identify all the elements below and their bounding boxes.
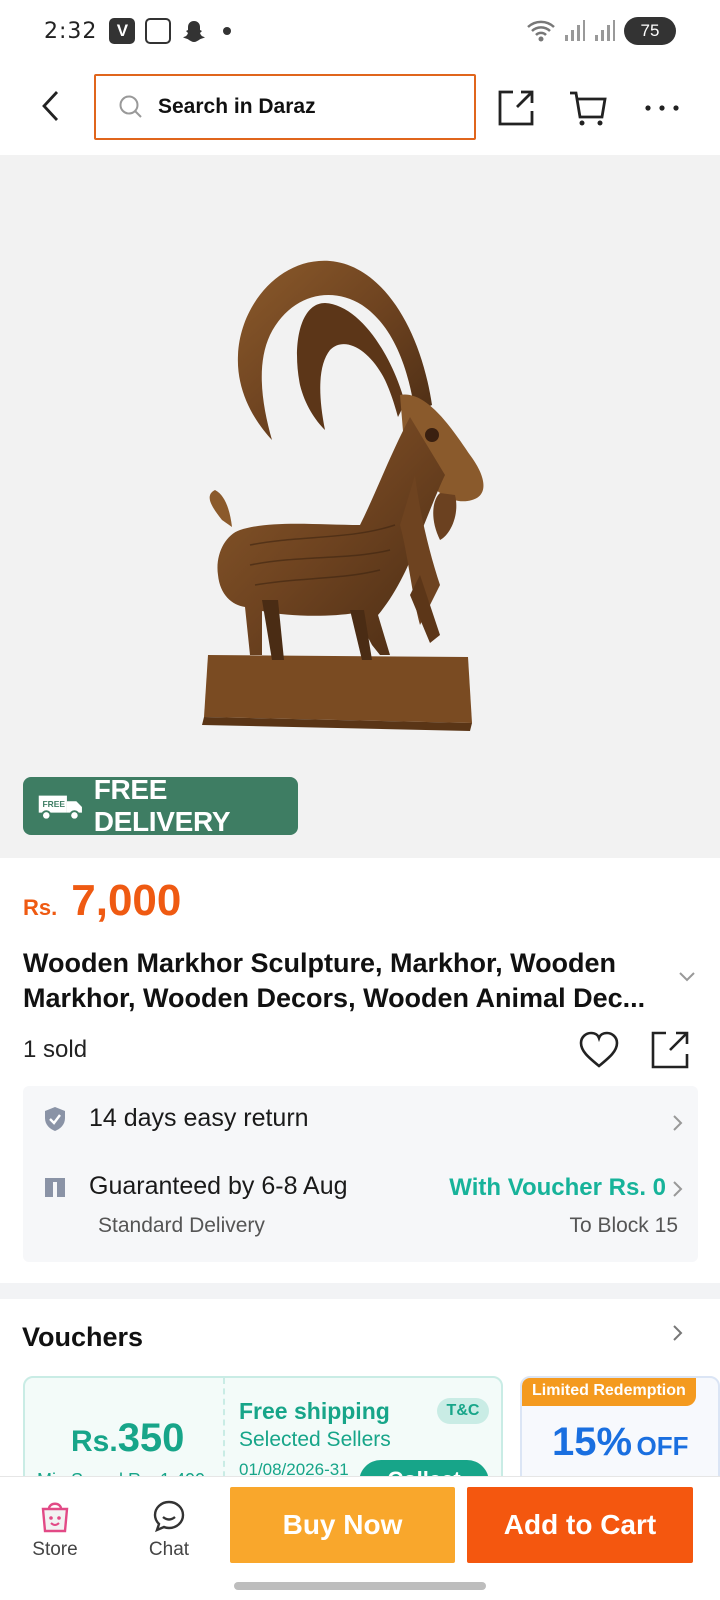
delivery-row[interactable]: Guaranteed by 6-8 Aug	[43, 1172, 348, 1201]
return-text: 14 days easy return	[89, 1104, 309, 1132]
search-icon	[119, 95, 142, 118]
cart-icon	[570, 91, 607, 126]
store-icon	[41, 1502, 69, 1533]
back-button[interactable]	[30, 84, 70, 128]
add-to-cart-button[interactable]: Add to Cart	[467, 1487, 693, 1563]
price-value: 7,000	[71, 876, 182, 925]
search-placeholder: Search in Daraz	[158, 95, 316, 118]
home-indicator[interactable]	[234, 1582, 486, 1590]
share-icon	[651, 1031, 689, 1069]
package-icon	[45, 1177, 65, 1197]
voucher-discount: 15% OFF	[552, 1420, 689, 1465]
voucher-title: Free shipping	[239, 1398, 390, 1424]
limited-redemption-tag: Limited Redemption	[522, 1378, 696, 1406]
price-currency: Rs.	[23, 895, 58, 920]
return-row[interactable]: 14 days easy return	[43, 1104, 309, 1133]
price: Rs. 7,000	[23, 876, 181, 926]
voucher-value: 350	[117, 1416, 185, 1460]
share-button[interactable]	[494, 86, 538, 130]
wifi-icon	[527, 20, 555, 42]
delivery-location: To Block 15	[569, 1214, 678, 1237]
snapchat-icon	[183, 21, 206, 42]
vouchers-more-button[interactable]	[672, 1324, 684, 1347]
store-button[interactable]: Store	[20, 1499, 90, 1561]
header: Search in Daraz	[0, 62, 720, 152]
chat-icon	[153, 1500, 185, 1533]
status-system-icons: 75	[526, 17, 676, 45]
status-bar: 2:32 V 75	[0, 0, 720, 62]
voucher-off-label: OFF	[636, 1431, 689, 1461]
buy-now-button[interactable]: Buy Now	[230, 1487, 455, 1563]
voucher-amount: Rs.350	[71, 1416, 184, 1461]
free-delivery-label: FREE DELIVERY	[93, 774, 231, 837]
signal-icon	[565, 20, 585, 41]
status-notifications: V	[109, 18, 232, 44]
delivery-truck-icon: FREE	[38, 795, 82, 821]
cart-button[interactable]	[566, 86, 610, 130]
battery-indicator: 75	[624, 17, 676, 45]
chevron-down-icon	[679, 972, 695, 982]
chat-button[interactable]: Chat	[134, 1499, 204, 1561]
shield-check-icon	[45, 1106, 65, 1131]
product-title[interactable]: Wooden Markhor Sculpture, Markhor, Woode…	[23, 946, 673, 1016]
chevron-right-icon	[673, 1115, 683, 1131]
chevron-left-icon	[42, 91, 59, 121]
more-options-button[interactable]	[640, 86, 684, 130]
expand-title-button[interactable]	[678, 970, 696, 988]
notification-dot-icon	[223, 27, 232, 35]
product-photo	[202, 260, 484, 731]
wishlist-button[interactable]	[578, 1030, 620, 1075]
voucher-percent: 15%	[552, 1420, 633, 1464]
free-icon-text: FREE	[43, 799, 66, 809]
screenshot-icon	[145, 18, 172, 44]
heart-icon	[579, 1031, 619, 1068]
signal-icon-2	[595, 20, 615, 41]
delivery-guarantee-text: Guaranteed by 6-8 Aug	[89, 1172, 348, 1200]
share-product-button[interactable]	[650, 1030, 690, 1075]
section-divider	[0, 1283, 720, 1299]
share-icon	[498, 90, 534, 126]
voucher-subtitle: Selected Sellers	[239, 1428, 391, 1451]
delivery-info-card: 14 days easy return Guaranteed by 6-8 Au…	[23, 1086, 698, 1262]
voucher-delivery-text[interactable]: With Voucher Rs. 0	[449, 1174, 666, 1202]
voucher-currency: Rs.	[71, 1425, 118, 1458]
product-image[interactable]: FREE FREE DELIVERY	[0, 155, 720, 858]
status-time: 2:32	[44, 18, 98, 44]
vouchers-heading: Vouchers	[22, 1322, 144, 1352]
chevron-right-icon	[673, 1181, 683, 1197]
search-input[interactable]: Search in Daraz	[94, 74, 476, 140]
free-delivery-badge: FREE FREE DELIVERY	[23, 774, 298, 837]
chevron-right-icon	[673, 1325, 683, 1341]
sold-count: 1 sold	[23, 1036, 88, 1063]
chat-label: Chat	[148, 1539, 190, 1560]
more-dots-icon	[645, 105, 679, 111]
store-label: Store	[32, 1539, 78, 1560]
vpn-app-icon: V	[109, 18, 136, 44]
voucher-tc-link[interactable]: T&C	[437, 1398, 489, 1424]
delivery-type: Standard Delivery	[98, 1214, 265, 1237]
